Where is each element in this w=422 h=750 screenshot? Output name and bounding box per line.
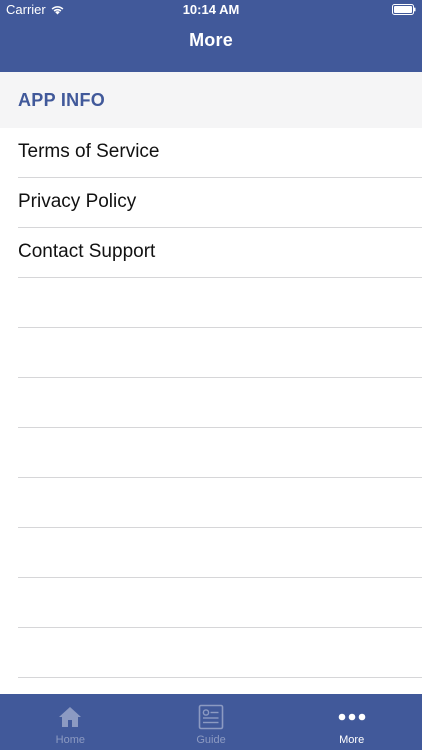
empty-row [18,378,422,428]
home-icon [56,704,84,730]
tab-label: Guide [196,734,226,746]
top-bar: Carrier 10:14 AM More [0,0,422,72]
status-bar: Carrier 10:14 AM [0,0,422,20]
section-title: APP INFO [18,90,106,110]
menu-item-label: Privacy Policy [18,191,137,212]
menu-item-label: Contact Support [18,241,156,262]
tab-label: More [339,734,365,746]
tab-bar: Home Guide More [0,694,422,750]
status-time: 10:14 AM [182,2,240,17]
empty-row [18,578,422,628]
menu-list: Terms of Service Privacy Policy Contact … [0,128,422,694]
tab-more[interactable]: More [281,694,422,750]
empty-row [18,528,422,578]
more-screen: Carrier 10:14 AM More APP INFO Terms of … [0,0,422,750]
tab-label: Home [55,734,85,746]
menu-item-terms-of-service[interactable]: Terms of Service [18,128,422,178]
guide-icon [197,704,225,730]
empty-row [18,428,422,478]
empty-row [18,478,422,528]
page-title: More [189,30,233,50]
empty-row [18,328,422,378]
tab-guide[interactable]: Guide [141,694,282,750]
empty-row [18,628,422,678]
tab-home[interactable]: Home [0,694,141,750]
empty-row [18,278,422,328]
section-header: APP INFO [0,72,422,128]
empty-row [18,678,422,694]
more-dots-icon [338,704,366,730]
menu-item-contact-support[interactable]: Contact Support [18,228,422,278]
battery-icon [392,4,416,15]
menu-item-privacy-policy[interactable]: Privacy Policy [18,178,422,228]
menu-item-label: Terms of Service [18,141,160,162]
